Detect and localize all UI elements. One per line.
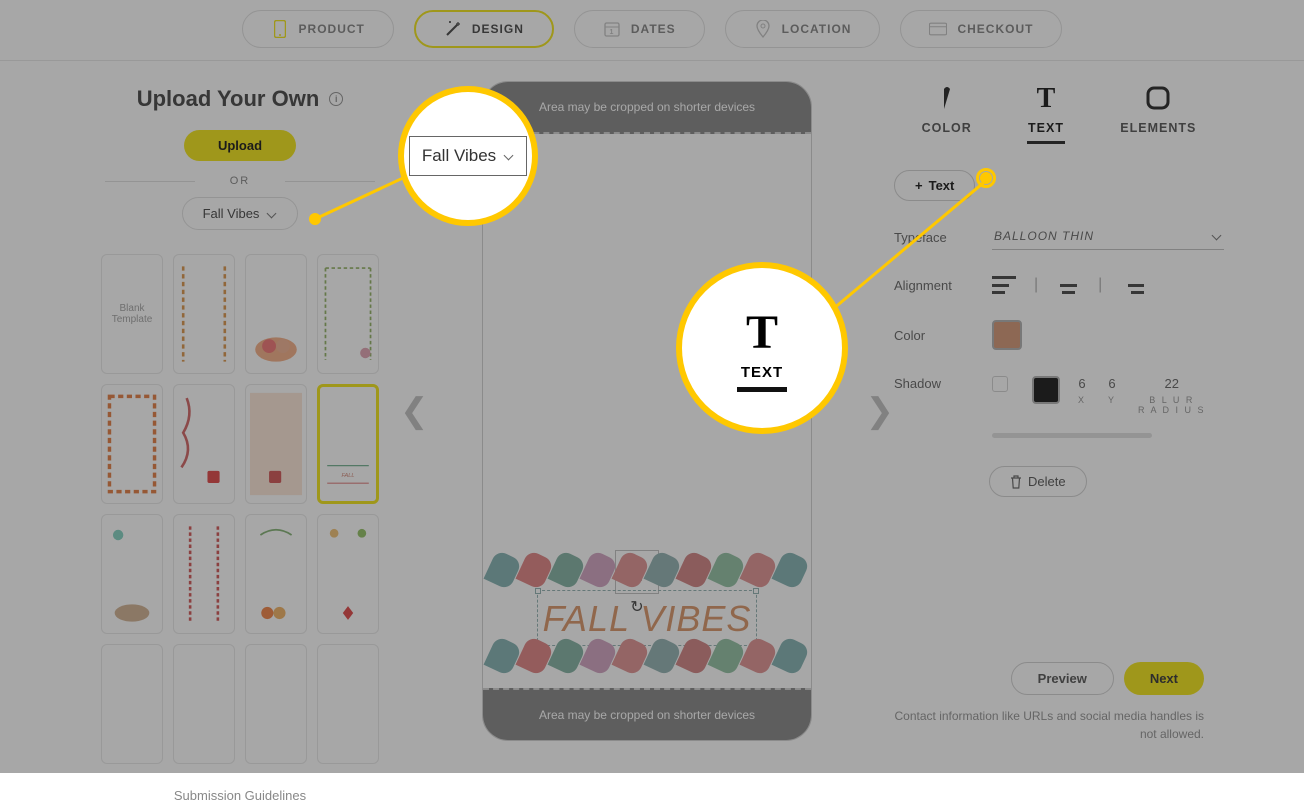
- card-icon: [929, 20, 947, 38]
- template-thumb[interactable]: [101, 514, 163, 634]
- foliage-decoration: [487, 554, 807, 590]
- step-label: PRODUCT: [299, 22, 365, 36]
- shadow-checkbox[interactable]: [992, 376, 1008, 392]
- alignment-label: Alignment: [894, 278, 992, 293]
- chevron-down-icon: [1212, 231, 1222, 241]
- template-thumb[interactable]: [245, 254, 307, 374]
- align-center-button[interactable]: [1056, 276, 1080, 294]
- template-thumb[interactable]: [101, 644, 163, 764]
- callout-anchor-dot: [980, 172, 992, 184]
- template-thumb[interactable]: [101, 384, 163, 504]
- tab-text[interactable]: T TEXT: [1027, 83, 1065, 144]
- template-thumb[interactable]: [173, 514, 235, 634]
- foliage-decoration: [487, 640, 807, 676]
- step-checkout[interactable]: CHECKOUT: [900, 10, 1062, 48]
- pin-icon: [754, 20, 772, 38]
- or-divider: OR: [90, 175, 390, 187]
- typeface-dropdown[interactable]: BALLOON THIN: [992, 225, 1224, 250]
- tab-elements[interactable]: ELEMENTS: [1120, 83, 1196, 144]
- shadow-blur-value: 22: [1138, 376, 1206, 391]
- step-label: DATES: [631, 22, 676, 36]
- preview-button[interactable]: Preview: [1011, 662, 1114, 695]
- shadow-slider[interactable]: [992, 433, 1152, 438]
- template-thumb[interactable]: [317, 644, 379, 764]
- callout-text-tab: T TEXT: [676, 262, 848, 434]
- svg-text:T: T: [1037, 85, 1056, 111]
- step-label: CHECKOUT: [957, 22, 1033, 36]
- color-swatch[interactable]: [992, 320, 1022, 350]
- shadow-color-swatch[interactable]: [1032, 376, 1060, 404]
- step-design[interactable]: DESIGN: [414, 10, 554, 48]
- crop-warning-bottom: Area may be cropped on shorter devices: [483, 688, 811, 740]
- template-thumb-selected[interactable]: FALL: [317, 384, 379, 504]
- shadow-x-value: 6: [1078, 376, 1086, 391]
- template-thumb[interactable]: [173, 254, 235, 374]
- align-left-button[interactable]: [992, 276, 1016, 294]
- pencil-icon: [922, 83, 972, 113]
- template-grid: Blank Template FALL: [95, 254, 385, 764]
- magic-icon: [444, 20, 462, 38]
- upload-button[interactable]: Upload: [184, 130, 296, 161]
- submission-guidelines-link[interactable]: Submission Guidelines: [90, 788, 390, 803]
- step-product[interactable]: PRODUCT: [242, 10, 394, 48]
- chevron-down-icon: [267, 209, 277, 219]
- upload-title: Upload Your Own: [137, 86, 320, 112]
- text-icon: T: [746, 305, 778, 360]
- shape-icon: [1120, 83, 1196, 113]
- theme-dropdown[interactable]: Fall Vibes: [182, 197, 299, 230]
- color-label: Color: [894, 328, 992, 343]
- callout-theme-dropdown: Fall Vibes: [398, 86, 538, 226]
- step-dates[interactable]: 1 DATES: [574, 10, 705, 48]
- plus-icon: +: [915, 178, 923, 193]
- theme-label: Fall Vibes: [203, 206, 260, 221]
- template-thumb[interactable]: [173, 384, 235, 504]
- template-thumb[interactable]: [245, 644, 307, 764]
- template-thumb[interactable]: [317, 514, 379, 634]
- chevron-down-icon: [504, 151, 514, 161]
- phone-icon: [271, 20, 289, 38]
- tab-color[interactable]: COLOR: [922, 83, 972, 144]
- template-thumb[interactable]: [317, 254, 379, 374]
- align-right-button[interactable]: [1120, 276, 1144, 294]
- step-label: DESIGN: [472, 22, 524, 36]
- step-location[interactable]: LOCATION: [725, 10, 881, 48]
- template-blank[interactable]: Blank Template: [101, 254, 163, 374]
- template-thumb[interactable]: [173, 644, 235, 764]
- footer-note: Contact information like URLs and social…: [894, 707, 1204, 743]
- svg-text:FALL: FALL: [342, 473, 355, 479]
- prev-template-button[interactable]: ❮: [400, 391, 429, 431]
- shadow-label: Shadow: [894, 376, 992, 391]
- template-thumb[interactable]: [245, 384, 307, 504]
- shadow-y-value: 6: [1108, 376, 1116, 391]
- step-label: LOCATION: [782, 22, 852, 36]
- info-icon[interactable]: i: [329, 92, 343, 106]
- text-icon: T: [1027, 83, 1065, 113]
- template-thumb[interactable]: [245, 514, 307, 634]
- calendar-icon: 1: [603, 20, 621, 38]
- next-button[interactable]: Next: [1124, 662, 1204, 695]
- svg-text:1: 1: [609, 29, 614, 36]
- next-template-button[interactable]: ❯: [866, 391, 895, 431]
- delete-button[interactable]: Delete: [989, 466, 1087, 497]
- step-nav: PRODUCT DESIGN 1 DATES LOCATION CHECKOUT: [0, 0, 1304, 61]
- trash-icon: [1010, 475, 1022, 489]
- crop-warning-top: Area may be cropped on shorter devices: [483, 82, 811, 134]
